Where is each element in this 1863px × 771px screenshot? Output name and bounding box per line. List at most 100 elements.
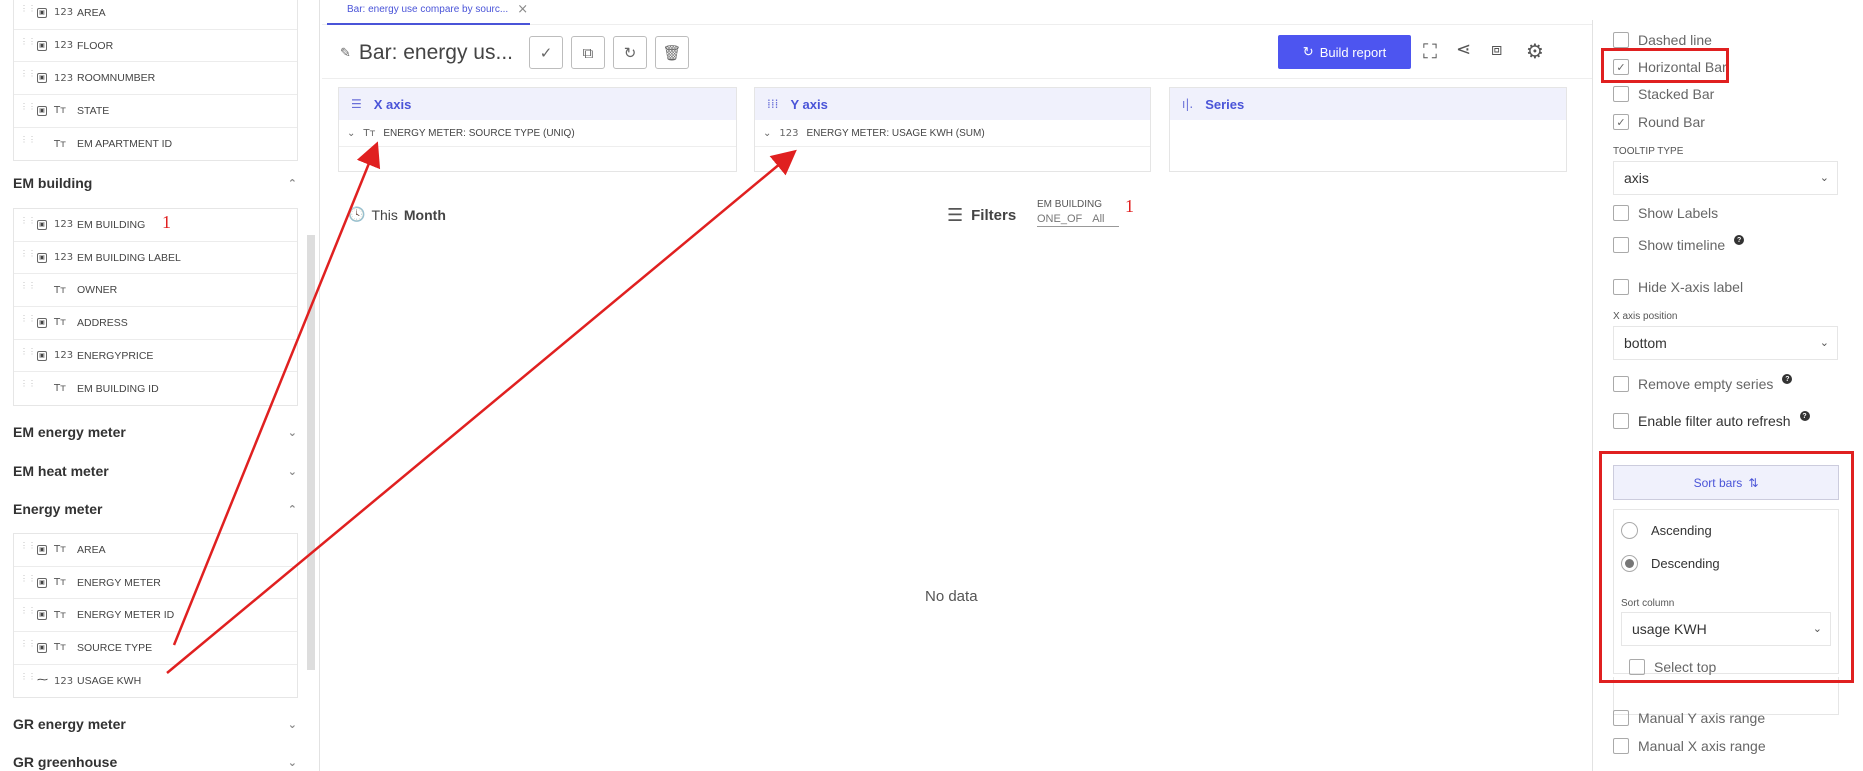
pencil-icon[interactable]: ✎ [340,46,351,61]
option-stacked-bar[interactable]: Stacked Bar [1613,86,1714,102]
report-title-wrap[interactable]: ✎ Bar: energy us... [340,41,513,65]
checkbox[interactable] [1613,738,1629,754]
option-manual-x[interactable]: Manual X axis range [1613,738,1766,754]
x-axis-box[interactable]: ☰ X axis ⌄ Tт ENERGY METER: SOURCE TYPE (UN… [338,87,737,172]
confirm-button[interactable]: ✓ [529,36,563,69]
checkbox[interactable] [1613,205,1629,221]
field-row[interactable]: ⋮⋮ ▣ 123 AREA [14,0,297,30]
checkbox[interactable] [1613,279,1629,295]
drag-handle-icon[interactable]: ⋮⋮ [20,217,36,232]
drag-handle-icon[interactable]: ⋮⋮ [20,640,36,655]
drag-handle-icon[interactable]: ⋮⋮ [20,607,36,622]
type-icon: Tт [54,383,66,395]
chevron-down-icon[interactable]: ⌄ [347,128,355,139]
sidebar-scrollbar[interactable] [307,235,315,670]
field-row[interactable]: ⋮⋮ ▣ Tт SOURCE TYPE [14,632,297,665]
delete-button[interactable]: 🗑 [655,36,689,69]
type-icon: Tт [54,317,66,329]
y-axis-box[interactable]: ⁞⁞⁞ Y axis ⌄ 123 ENERGY METER: USAGE KWH (S… [754,87,1151,172]
refresh-icon: ↻ [623,43,637,62]
checkbox[interactable] [1613,237,1629,253]
help-icon[interactable]: ? [1782,374,1793,384]
option-hide-x-label[interactable]: Hide X-axis label [1613,279,1743,295]
duplicate-button[interactable]: ⧉ [571,36,605,69]
drag-handle-icon[interactable]: ⋮⋮ [20,249,36,265]
type-icon: Tт [54,642,66,654]
section-em-heat-meter[interactable]: EM heat meter ⌄ [13,463,301,479]
drag-handle-icon[interactable]: ⋮⋮ [20,70,36,85]
option-remove-empty[interactable]: Remove empty series? [1613,374,1793,392]
checkbox[interactable] [1613,86,1629,102]
x-axis-field[interactable]: ⌄ Tт ENERGY METER: SOURCE TYPE (UNIQ) [339,120,736,147]
filter-chip-em-building[interactable]: EM BUILDING ONE_OF All [1037,199,1119,227]
section-em-energy-meter[interactable]: EM energy meter ⌄ [13,424,301,440]
type-icon: 123 [54,350,74,362]
option-dashed-line[interactable]: Dashed line [1613,32,1712,48]
section-em-building[interactable]: EM building ⌃ [13,175,301,191]
share-icon[interactable]: ⋖ [1456,39,1471,60]
close-icon[interactable]: × [517,2,528,17]
field-row[interactable]: ⋮⋮ ▣ Tт ENERGY METER ID [14,599,297,633]
report-title[interactable]: Bar: energy us... [359,41,513,65]
drag-handle-icon[interactable]: ⋮⋮ [20,103,36,118]
trend-icon: ⁓ [37,674,48,687]
filter-chip-value[interactable]: ONE_OF All [1037,213,1119,227]
field-row[interactable]: ⋮⋮ Tт EM BUILDING ID [14,372,297,405]
drag-handle-icon[interactable]: ⋮⋮ [20,380,36,395]
field-row[interactable]: ⋮⋮ ▣ 123 EM BUILDING [14,209,297,242]
build-report-button[interactable]: ↻ Build report [1278,35,1411,69]
chevron-down-icon[interactable]: ⌄ [763,128,771,139]
drag-handle-icon[interactable]: ⋮⋮ [20,347,36,363]
x-position-select[interactable]: bottom ⌄ [1613,326,1838,360]
gear-icon[interactable]: ⚙ [1526,39,1544,63]
field-row[interactable]: ⋮⋮ ▣ 123 ROOMNUMBER [14,62,297,96]
type-icon: Tт [54,284,66,296]
field-row[interactable]: ⋮⋮ Tт OWNER [14,274,297,308]
reset-button[interactable]: ↻ [613,36,647,69]
fullscreen-icon[interactable]: ⛶ [1423,39,1437,63]
checkbox[interactable] [1613,32,1629,48]
field-row[interactable]: ⋮⋮ ⁓ 123 USAGE KWH [14,665,297,698]
drag-handle-icon[interactable]: ⋮⋮ [20,315,36,330]
y-axis-field[interactable]: ⌄ 123 ENERGY METER: USAGE KWH (SUM) [755,120,1150,147]
drag-handle-icon[interactable]: ⋮⋮ [20,282,36,297]
option-manual-y[interactable]: Manual Y axis range [1613,710,1765,726]
field-row[interactable]: ⋮⋮ ▣ Tт STATE [14,95,297,128]
trash-icon: 🗑 [662,43,682,62]
drag-handle-icon[interactable]: ⋮⋮ [20,135,36,151]
option-show-labels[interactable]: Show Labels [1613,205,1718,221]
drag-handle-icon[interactable]: ⋮⋮ [20,542,36,557]
filters-button[interactable]: ☰ Filters [947,205,1016,226]
help-icon[interactable]: ? [1734,235,1745,245]
widgets-icon[interactable]: ⧈ [1491,39,1502,60]
drag-handle-icon[interactable]: ⋮⋮ [20,5,36,20]
checkbox[interactable] [1613,413,1629,429]
option-show-timeline[interactable]: Show timeline? [1613,235,1745,253]
field-row[interactable]: ⋮⋮ ▣ 123 EM BUILDING LABEL [14,242,297,275]
field-row[interactable]: ⋮⋮ ▣ 123 FLOOR [14,30,297,63]
type-icon: 123 [54,72,74,84]
type-icon: Tт [363,127,376,139]
tab-report[interactable]: Bar: energy use compare by sourc... × [327,0,531,25]
drag-handle-icon[interactable]: ⋮⋮ [20,37,36,53]
field-row[interactable]: ⋮⋮ ▣ Tт ADDRESS [14,307,297,340]
section-gr-energy-meter[interactable]: GR energy meter ⌄ [13,716,301,732]
drag-handle-icon[interactable]: ⋮⋮ [20,672,36,688]
field-row[interactable]: ⋮⋮ ▣ Tт ENERGY METER [14,567,297,600]
option-auto-refresh[interactable]: Enable filter auto refresh? [1613,411,1810,429]
option-round-bar[interactable]: ✓ Round Bar [1613,114,1705,130]
period-selector[interactable]: 🕓 This Month [348,207,446,223]
series-box[interactable]: ı|. Series [1169,87,1567,172]
field-row[interactable]: ⋮⋮ Tт EM APARTMENT ID [14,128,297,161]
section-gr-greenhouse[interactable]: GR greenhouse ⌄ [13,754,301,770]
drag-handle-icon[interactable]: ⋮⋮ [20,574,36,590]
checkbox-checked[interactable]: ✓ [1613,114,1629,130]
help-icon[interactable]: ? [1799,411,1810,421]
checkbox[interactable] [1613,710,1629,726]
section-title: GR greenhouse [13,754,118,770]
checkbox[interactable] [1613,376,1629,392]
tooltip-type-select[interactable]: axis ⌄ [1613,161,1838,195]
field-row[interactable]: ⋮⋮ ▣ 123 ENERGYPRICE [14,340,297,373]
section-energy-meter[interactable]: Energy meter ⌃ [13,501,301,517]
field-row[interactable]: ⋮⋮ ▣ Tт AREA [14,534,297,567]
